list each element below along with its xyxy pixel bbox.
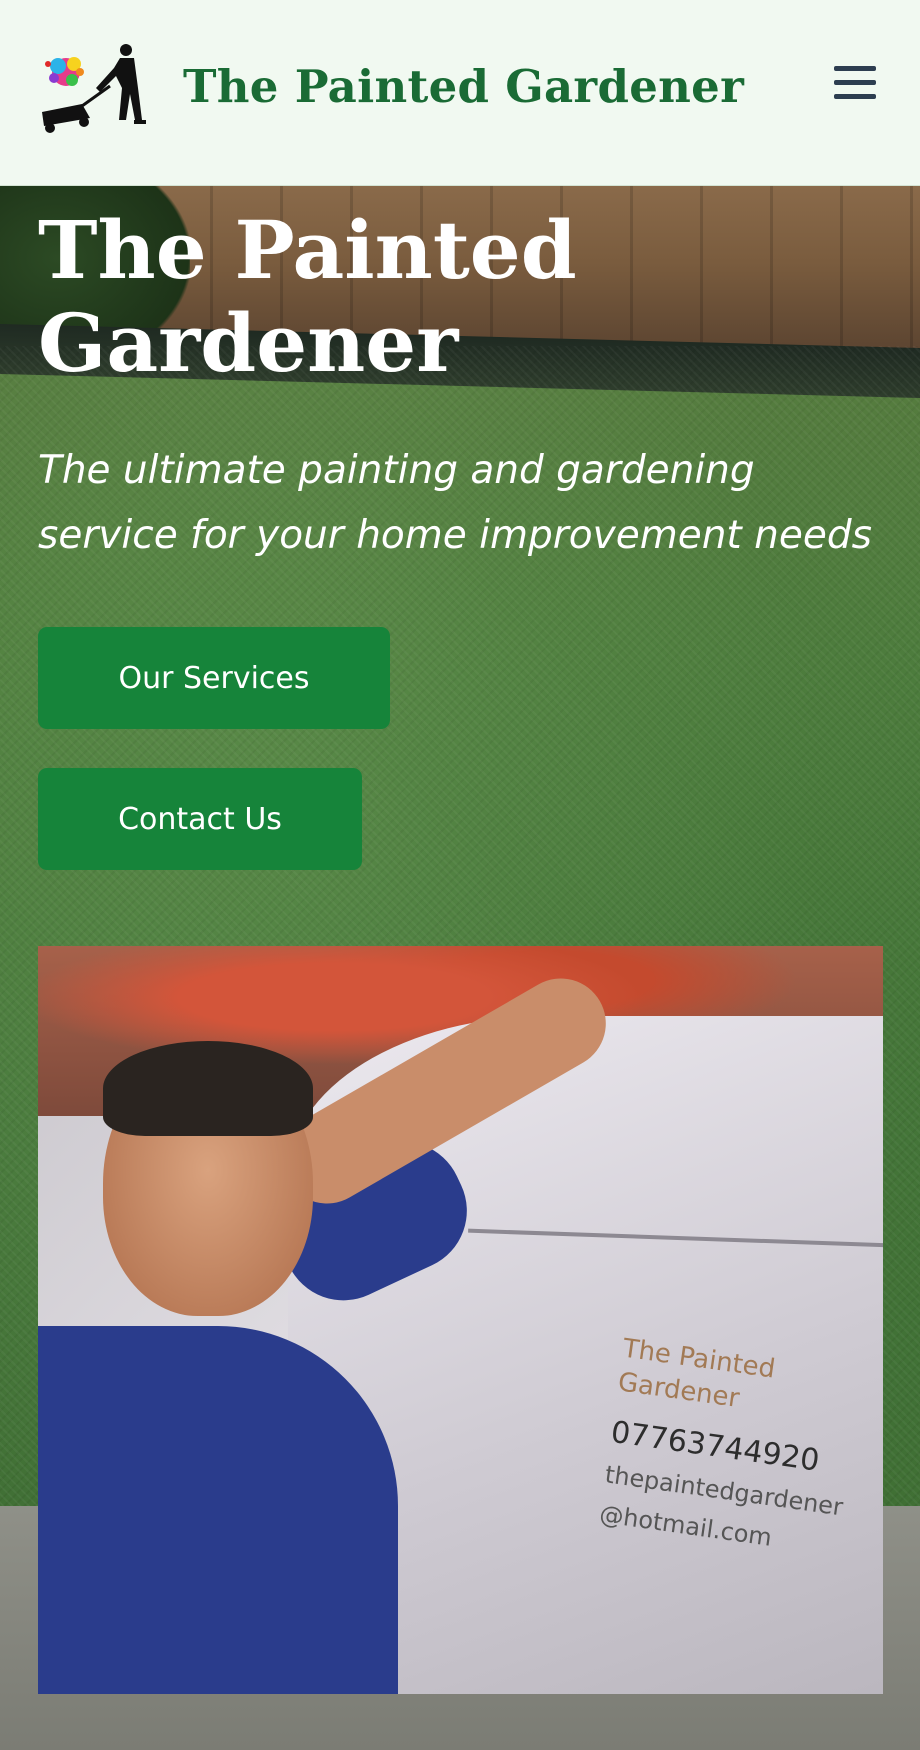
contact-us-button[interactable]: Contact Us	[38, 768, 362, 870]
our-services-button[interactable]: Our Services	[38, 627, 390, 729]
hero-title-line1: The Painted	[38, 203, 577, 297]
person-hair	[103, 1041, 313, 1136]
hero-title: The Painted Gardener	[38, 204, 738, 390]
blue-shirt	[38, 1326, 398, 1694]
hero-title-line2: Gardener	[38, 296, 459, 390]
menu-bar	[834, 94, 876, 99]
mower-man-logo-icon	[42, 44, 146, 133]
hamburger-menu-icon[interactable]	[832, 62, 878, 104]
brand-name[interactable]: The Painted Gardener	[183, 60, 744, 113]
menu-bar	[834, 66, 876, 71]
van-sign: The Painted Gardener 07763744920 thepain…	[584, 1332, 883, 1671]
owner-photo: The Painted Gardener 07763744920 thepain…	[38, 946, 883, 1694]
menu-bar	[834, 80, 876, 85]
brand-logo-icon[interactable]	[38, 42, 156, 136]
site-header: The Painted Gardener	[0, 0, 920, 186]
hero-subtitle: The ultimate painting and gardening serv…	[38, 448, 872, 558]
